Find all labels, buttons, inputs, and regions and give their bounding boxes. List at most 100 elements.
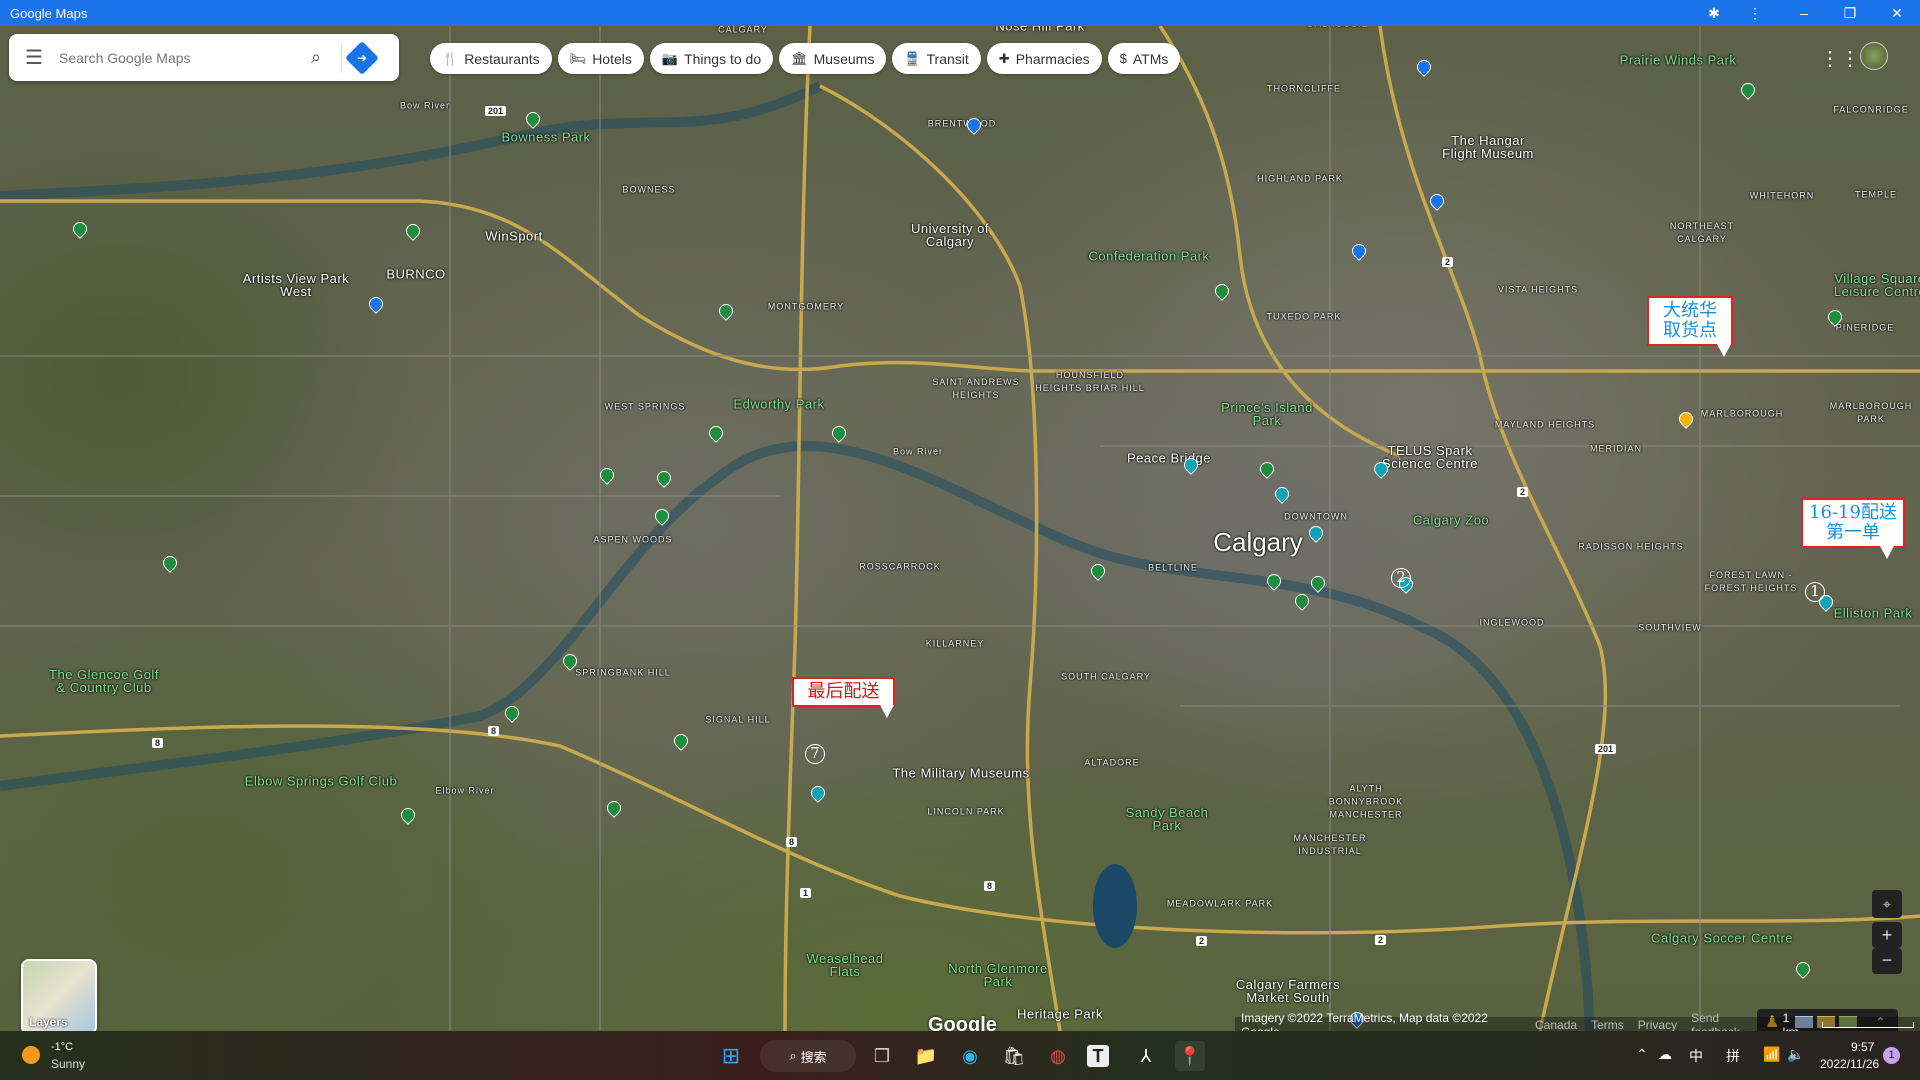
chip-pharmacies[interactable]: ✚ Pharmacies [986,43,1102,74]
weather-condition[interactable]: Sunny [51,1057,85,1071]
taskbar-search-button[interactable]: ⌕ 搜索 [760,1040,856,1072]
place-label: THORNCLIFFE [1267,83,1341,94]
wifi-icon[interactable]: 📶 [1763,1046,1780,1063]
route-shield: 2 [1375,935,1387,945]
callout-text: 16-19配送 第一单 [1809,502,1897,543]
task-view-icon[interactable]: ❒ [867,1041,897,1071]
terms-link[interactable]: Terms [1591,1018,1624,1032]
google-logo: Google [928,1014,997,1031]
bed-icon: 🛏 [569,50,587,66]
zoom-out-button[interactable]: − [1872,948,1902,974]
place-label: Bow River [399,100,451,111]
file-explorer-icon[interactable]: 📁 [911,1041,941,1071]
privacy-link[interactable]: Privacy [1638,1018,1677,1032]
place-label: Prince's Island Park [1221,400,1313,428]
place-label: MARLBOROUGH [1700,408,1784,419]
my-location-button[interactable]: ⌖ [1872,890,1902,918]
edge-icon[interactable]: ◉ [955,1041,985,1071]
chip-label: Things to do [684,50,762,67]
place-label: MEADOWLARK PARK [1166,898,1274,909]
search-input[interactable] [59,49,299,66]
google-maps-app-icon[interactable]: 📍 [1175,1041,1205,1071]
place-label: MONTGOMERY [767,301,845,312]
callout-text: 大统华 取货点 [1663,300,1717,341]
place-label: The Military Museums [892,765,1030,781]
notification-badge[interactable]: 1 [1883,1047,1900,1064]
place-label: CALGARY [718,26,768,35]
place-label: Calgary Soccer Centre [1651,930,1793,946]
place-label: Peace Bridge [1126,450,1212,466]
map-canvas[interactable]: Bowness Park BOWNESS Artists View Park Wes… [0,26,1920,1031]
place-label: KILLARNEY [925,638,985,649]
layers-button[interactable]: Layers [21,959,97,1031]
place-label: DOWNTOWN [1284,511,1348,522]
place-label: SOUTH CALGARY [1061,671,1151,682]
divider [341,42,342,73]
callout-pickup-point: 大统华 取货点 [1647,296,1733,357]
place-label: BRENTWOOD [927,118,997,129]
callout-first-delivery: 16-19配送 第一单 [1801,498,1905,559]
close-button[interactable]: ✕ [1885,2,1909,24]
menu-icon[interactable]: ☰ [9,45,59,70]
minimize-button[interactable]: – [1792,2,1816,24]
chip-label: Museums [813,50,875,67]
typora-icon[interactable]: T [1087,1045,1109,1067]
place-label: RADISSON HEIGHTS [1578,541,1684,552]
place-label: Nose Hill Park [995,26,1085,34]
directions-icon[interactable]: ➜ [345,40,379,75]
place-label: North Glenmore Park [948,961,1048,989]
chip-museums[interactable]: 🏛 Museums [779,43,887,74]
route-shield: 2 [1517,487,1529,497]
chip-hotels[interactable]: 🛏 Hotels [557,43,644,74]
weather-temp[interactable]: -1°C [51,1041,73,1053]
extensions-icon[interactable]: ✱ [1702,2,1726,24]
route-shield: 8 [786,837,798,847]
place-label: VISTA HEIGHTS [1497,284,1579,295]
layers-label: Layers [29,1015,68,1029]
clock-time[interactable]: 9:57 [1851,1040,1874,1054]
place-label: Edworthy Park [733,396,825,412]
chip-atms[interactable]: $ ATMs [1107,43,1181,74]
clock-date[interactable]: 2022/11/26 [1820,1057,1879,1071]
weather-sun-icon[interactable] [22,1046,40,1064]
place-label: BELTLINE [1148,562,1198,573]
place-label: WinSport [485,228,543,244]
input-language-indicator[interactable]: 中 [1689,1046,1703,1066]
account-avatar[interactable] [1860,42,1888,70]
zoom-in-button[interactable]: + [1872,922,1902,948]
place-label: Confederation Park [1088,248,1210,264]
stop-number-marker: 2 [1391,568,1411,588]
place-label: BURNCO [386,266,446,282]
place-label: Elbow River [435,785,495,796]
place-label: INGLEWOOD [1479,617,1545,628]
more-menu-icon[interactable]: ⋮ [1743,2,1767,24]
chip-label: Hotels [592,50,632,67]
place-label: Calgary [1213,527,1303,557]
place-label: Bowness Park [501,129,591,145]
place-label: Prairie Winds Park [1619,52,1737,68]
atm-icon: $ [1119,51,1127,66]
region-link[interactable]: Canada [1535,1018,1577,1032]
place-label: TELUS Spark Science Centre [1382,443,1478,471]
place-label: TUXEDO PARK [1266,311,1342,322]
ime-mode-indicator[interactable]: 拼 [1726,1046,1740,1066]
store-icon[interactable]: 🛍 [999,1041,1029,1071]
chrome-icon[interactable]: ◍ [1043,1041,1073,1071]
place-label: Elliston Park [1833,605,1913,621]
scale-bar [1821,1021,1915,1028]
restore-button[interactable]: ❐ [1838,2,1862,24]
place-label: DALHOUSIE [1307,26,1368,31]
chip-transit[interactable]: 🚆 Transit [892,43,981,74]
chip-things-to-do[interactable]: 📷 Things to do [649,43,774,74]
acrobat-icon[interactable]: ⅄ [1131,1041,1161,1071]
place-label: FALCONRIDGE [1833,104,1909,115]
show-hidden-icons-chevron[interactable]: ⌃ [1636,1046,1648,1063]
search-icon[interactable]: ⌕ [299,47,333,68]
place-label: HOUNSFIELD HEIGHTS BRIAR HILL [1035,370,1145,393]
chip-restaurants[interactable]: 🍴 Restaurants [430,43,552,74]
onedrive-cloud-icon[interactable]: ☁ [1658,1046,1672,1063]
start-windows-icon[interactable]: ⊞ [716,1041,746,1071]
volume-icon[interactable]: 🔈 [1787,1046,1804,1063]
train-icon: 🚆 [904,50,921,66]
place-label: Calgary Farmers Market South [1235,977,1341,1005]
